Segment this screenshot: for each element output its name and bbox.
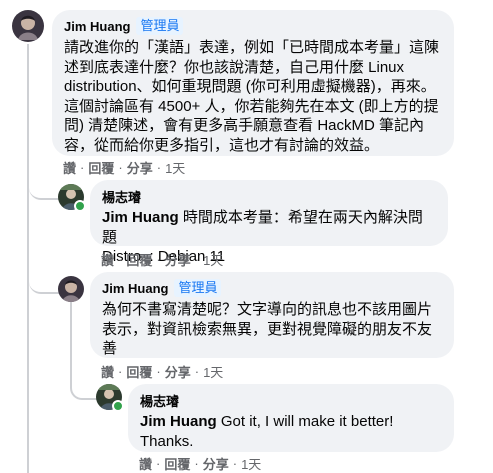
comment-author[interactable]: 楊志璿 [102,187,141,206]
nested-thread-line [70,302,72,372]
comment-line: 述到底表達什麼？你也該說清楚，自己用什麼 Linux [64,58,405,76]
comment-actions: 讚 · 回覆 · 分享 · 1天 [139,454,262,473]
comment-bubble: Jim Huang 管理員 為何不書寫清楚呢？文字導向的訊息也不該用圖片 表示，… [90,272,454,358]
reply-button[interactable]: 回覆 [126,362,152,381]
reply-connector [70,370,98,400]
comment-bubble: 楊志璿 Jim Huang Got it, I will make it bet… [128,384,454,452]
avatar[interactable] [58,276,84,302]
admin-badge: 管理員 [136,17,184,35]
share-button[interactable]: 分享 [165,250,191,269]
share-button[interactable]: 分享 [203,454,229,473]
comment-line: 這個討論區有 4500+ 人，你若能夠先在本文 (即上方的提 [64,97,439,115]
comment-line: 容，從而給你更多指引，這也才有討論的效益。 [64,136,380,154]
user-photo-icon [12,10,44,42]
comment-line: 為何不書寫清楚呢？文字導向的訊息也不該用圖片 [102,301,433,318]
admin-badge: 管理員 [174,279,222,297]
comment-author[interactable]: 楊志璿 [140,391,179,410]
share-button[interactable]: 分享 [165,362,191,381]
comment-line: 問) 清楚陳述，會有更多高手願意查看 HackMD 筆記內 [64,117,425,134]
comment-line: 善 [102,340,118,357]
comment-actions: 讚 · 回覆 · 分享 · 1天 [101,362,224,381]
comment-line: 表示，對資訊檢索無異，更對視覺障礙的朋友不友 [102,320,433,338]
like-button[interactable]: 讚 [101,250,114,269]
timestamp[interactable]: 1天 [203,362,223,381]
comment-author[interactable]: Jim Huang [64,19,130,34]
comment-line: Got it, I will make it better! [216,413,394,430]
comment-actions: 讚 · 回覆 · 分享 · 1天 [101,250,224,269]
comment-text: 為何不書寫清楚呢？文字導向的訊息也不該用圖片 表示，對資訊檢索無異，更對視覺障礙… [102,300,442,359]
comment-author[interactable]: Jim Huang [102,281,168,296]
avatar[interactable] [12,10,44,42]
comment-text: Jim Huang Got it, I will make it better!… [140,412,442,451]
reply-button[interactable]: 回覆 [88,158,114,177]
comment-bubble: Jim Huang 管理員 請改進你的「漢語」表達，例如「已時間成本考量」這陳 … [52,10,454,156]
comment-bubble: 楊志璿 Jim Huang 時間成本考量：希望在兩天內解決問題 Distro. … [90,180,448,265]
like-button[interactable]: 讚 [63,158,76,177]
mention-link[interactable]: Jim Huang [140,413,217,430]
online-status-icon [112,400,124,412]
online-status-icon [74,200,86,212]
timestamp[interactable]: 1天 [203,250,223,269]
comment-line: Thanks. [140,432,194,450]
comment-text: 請改進你的「漢語」表達，例如「已時間成本考量」這陳 述到底表達什麼？你也該說清楚… [64,38,442,155]
comment-actions: 讚 · 回覆 · 分享 · 1天 [63,158,186,177]
like-button[interactable]: 讚 [101,362,114,381]
comment-line: distribution、如何重現問題 (你可利用虛擬機器)，再來。 [64,78,436,95]
timestamp[interactable]: 1天 [241,454,261,473]
share-button[interactable]: 分享 [127,158,153,177]
user-photo-icon [58,276,84,302]
reply-button[interactable]: 回覆 [126,250,152,269]
mention-link[interactable]: Jim Huang [102,209,179,226]
reply-connector [29,150,59,294]
comment-line: 請改進你的「漢語」表達，例如「已時間成本考量」這陳 [64,39,440,56]
reply-button[interactable]: 回覆 [164,454,190,473]
timestamp[interactable]: 1天 [165,158,185,177]
like-button[interactable]: 讚 [139,454,152,473]
